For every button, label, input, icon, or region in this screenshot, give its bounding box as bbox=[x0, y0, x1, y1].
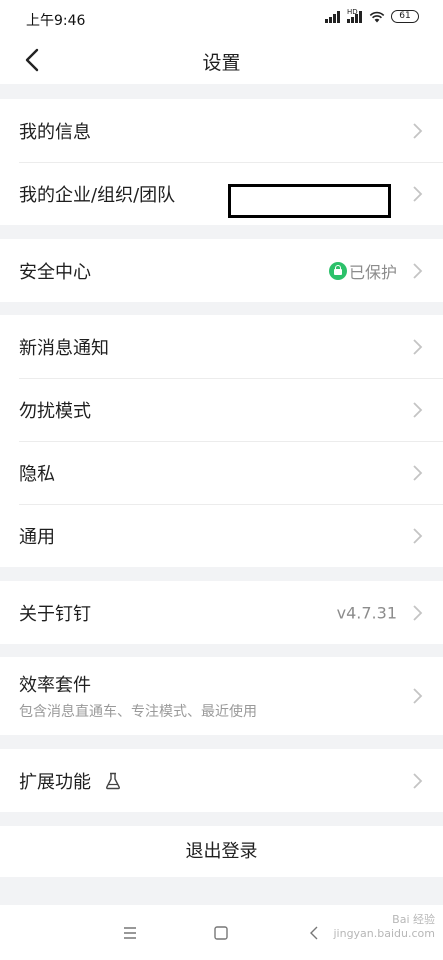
lock-shield-icon bbox=[329, 261, 347, 280]
chevron-right-icon bbox=[413, 401, 423, 418]
redacted-org-box bbox=[228, 184, 391, 218]
logout-button[interactable]: 退出登录 bbox=[0, 826, 443, 877]
security-center-item[interactable]: 安全中心 已保护 bbox=[0, 239, 443, 302]
back-triangle-icon[interactable] bbox=[304, 923, 324, 943]
flask-icon bbox=[105, 772, 120, 789]
chevron-right-icon bbox=[413, 338, 423, 355]
watermark: Bai 经验 jingyan.baidu.com bbox=[333, 913, 435, 941]
chevron-right-icon bbox=[413, 527, 423, 544]
chevron-right-icon bbox=[413, 604, 423, 621]
preferences-group: 新消息通知 勿扰模式 隐私 通用 bbox=[0, 315, 443, 567]
chevron-right-icon bbox=[413, 262, 423, 279]
account-group: 我的信息 我的企业/组织/团队 bbox=[0, 99, 443, 225]
wifi-icon bbox=[369, 11, 385, 22]
general-item[interactable]: 通用 bbox=[0, 504, 443, 567]
status-bar: 上午9:46 HD 61 bbox=[0, 0, 443, 36]
battery-icon: 61 bbox=[391, 10, 419, 23]
my-org-item[interactable]: 我的企业/组织/团队 bbox=[0, 162, 443, 225]
general-label: 通用 bbox=[19, 526, 55, 548]
efficiency-suite-desc: 包含消息直通车、专注模式、最近使用 bbox=[19, 704, 257, 720]
signal-icon bbox=[325, 10, 341, 23]
security-group: 安全中心 已保护 bbox=[0, 239, 443, 302]
my-info-item[interactable]: 我的信息 bbox=[0, 99, 443, 162]
about-label: 关于钉钉 bbox=[19, 603, 91, 625]
new-message-notify-label: 新消息通知 bbox=[19, 337, 109, 359]
efficiency-suite-texts: 效率套件 包含消息直通车、专注模式、最近使用 bbox=[19, 671, 257, 721]
system-nav-bar: Bai 经验 jingyan.baidu.com bbox=[0, 905, 443, 960]
my-org-label: 我的企业/组织/团队 bbox=[19, 184, 176, 206]
menu-icon[interactable] bbox=[120, 923, 140, 943]
status-icons: HD 61 bbox=[325, 8, 419, 23]
watermark-line2: jingyan.baidu.com bbox=[333, 927, 435, 940]
my-info-label: 我的信息 bbox=[19, 121, 91, 143]
security-center-label: 安全中心 bbox=[19, 261, 91, 283]
page-title: 设置 bbox=[202, 52, 241, 74]
efficiency-suite-label: 效率套件 bbox=[19, 675, 91, 696]
app-version: v4.7.31 bbox=[336, 603, 397, 622]
chevron-right-icon bbox=[413, 464, 423, 481]
chevron-right-icon bbox=[413, 122, 423, 139]
do-not-disturb-label: 勿扰模式 bbox=[19, 400, 91, 422]
privacy-item[interactable]: 隐私 bbox=[0, 441, 443, 504]
signal-hd-icon: HD bbox=[347, 8, 363, 23]
watermark-line1: Bai 经验 bbox=[392, 913, 435, 926]
efficiency-suite-item[interactable]: 效率套件 包含消息直通车、专注模式、最近使用 bbox=[0, 657, 443, 735]
chevron-right-icon bbox=[413, 772, 423, 789]
extension-label-text: 扩展功能 bbox=[19, 771, 91, 793]
new-message-notify-item[interactable]: 新消息通知 bbox=[0, 315, 443, 378]
do-not-disturb-item[interactable]: 勿扰模式 bbox=[0, 378, 443, 441]
extension-group: 扩展功能 bbox=[0, 749, 443, 812]
security-status: 已保护 bbox=[348, 262, 397, 282]
home-square-icon[interactable] bbox=[211, 923, 231, 943]
status-time: 上午9:46 bbox=[26, 13, 86, 29]
about-item[interactable]: 关于钉钉 v4.7.31 bbox=[0, 581, 443, 644]
about-group: 关于钉钉 v4.7.31 bbox=[0, 581, 443, 644]
extension-item[interactable]: 扩展功能 bbox=[0, 749, 443, 812]
suite-group: 效率套件 包含消息直通车、专注模式、最近使用 bbox=[0, 657, 443, 735]
chevron-right-icon bbox=[413, 185, 423, 202]
extension-label: 扩展功能 bbox=[19, 768, 121, 794]
nav-bar: 设置 bbox=[0, 36, 443, 84]
privacy-label: 隐私 bbox=[19, 463, 55, 485]
chevron-right-icon bbox=[413, 688, 423, 704]
